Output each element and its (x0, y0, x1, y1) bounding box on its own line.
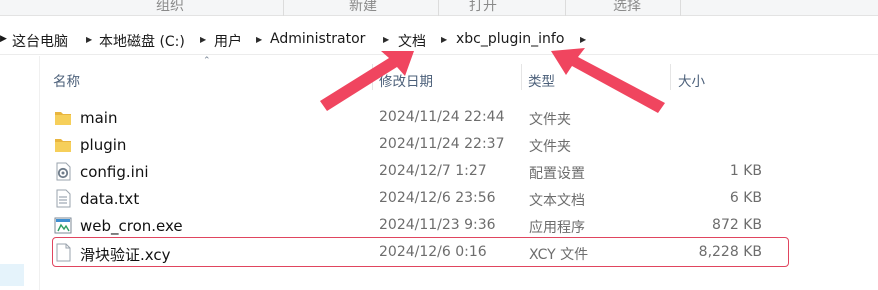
file-row-web-cron-exe[interactable]: web_cron.exe 2024/11/23 9:36 应用程序 872 KB (52, 212, 789, 239)
file-modified: 2024/11/24 22:44 (379, 109, 505, 125)
column-header-size[interactable]: 大小 (671, 62, 789, 92)
breadcrumb-root-arrow-icon[interactable]: ▶ (0, 34, 7, 44)
ribbon-group-new: 新建 (349, 0, 377, 14)
ribbon-separator (438, 0, 439, 16)
file-type: 应用程序 (529, 220, 585, 236)
ribbon-group-organize: 组织 (156, 0, 184, 14)
chevron-right-icon[interactable]: ▶ (383, 35, 389, 44)
ribbon-separator (680, 0, 681, 16)
file-size: 6 KB (729, 190, 762, 206)
column-header-type[interactable]: 类型 (522, 62, 670, 92)
folder-icon (54, 108, 72, 127)
chevron-right-icon[interactable]: ▶ (580, 35, 586, 44)
file-type: 文件夹 (529, 112, 571, 128)
chevron-right-icon[interactable]: ▶ (256, 35, 262, 44)
file-row-config-ini[interactable]: config.ini 2024/12/7 1:27 配置设置 1 KB (52, 158, 789, 185)
chevron-right-icon[interactable]: ▶ (200, 35, 206, 44)
ribbon-group-labels: 组织 新建 打开 选择 (0, 0, 878, 16)
ribbon-separator (565, 0, 566, 16)
breadcrumb-item-administrator[interactable]: Administrator (270, 31, 365, 47)
file-name: data.txt (80, 190, 140, 208)
file-size: 1 KB (729, 163, 762, 179)
folder-icon (54, 135, 72, 154)
ribbon-separator (283, 0, 284, 16)
breadcrumb-item-users[interactable]: 用户 (214, 31, 242, 51)
navigation-item-selected[interactable] (0, 264, 24, 286)
breadcrumb-item-local-disk[interactable]: 本地磁盘 (C:) (99, 31, 185, 51)
application-icon (54, 216, 72, 235)
breadcrumb-item-documents[interactable]: 文档 (398, 31, 426, 51)
file-name: config.ini (80, 163, 149, 181)
breadcrumb[interactable]: ▶ 这台电脑 ▶ 本地磁盘 (C:) ▶ 用户 ▶ Administrator … (0, 25, 878, 55)
chevron-right-icon[interactable]: ▶ (441, 35, 447, 44)
file-name: web_cron.exe (80, 217, 183, 235)
column-header-name[interactable]: 名称 (52, 62, 372, 92)
text-file-icon (54, 189, 72, 208)
breadcrumb-item-xbc-plugin-info[interactable]: xbc_plugin_info (456, 31, 564, 47)
settings-file-icon (54, 162, 72, 181)
file-row-main[interactable]: main 2024/11/24 22:44 文件夹 (52, 104, 789, 131)
column-header-modified[interactable]: 修改日期 (373, 62, 521, 92)
file-type: 配置设置 (529, 166, 585, 182)
file-type: 文本文档 (529, 193, 585, 209)
ribbon-group-open: 打开 (469, 0, 497, 14)
annotation-highlight-box (52, 237, 789, 267)
file-modified: 2024/12/6 23:56 (379, 190, 496, 206)
file-name: plugin (80, 136, 127, 154)
file-row-data-txt[interactable]: data.txt 2024/12/6 23:56 文本文档 6 KB (52, 185, 789, 212)
chevron-right-icon[interactable]: ▶ (86, 35, 92, 44)
file-modified: 2024/11/24 22:37 (379, 136, 505, 152)
ribbon-group-select: 选择 (613, 0, 641, 14)
file-size: 872 KB (712, 217, 762, 233)
file-type: 文件夹 (529, 139, 571, 155)
breadcrumb-item-this-pc[interactable]: 这台电脑 (12, 31, 68, 51)
file-name: main (80, 109, 118, 127)
file-row-plugin[interactable]: plugin 2024/11/24 22:37 文件夹 (52, 131, 789, 158)
file-modified: 2024/12/7 1:27 (379, 163, 487, 179)
file-modified: 2024/11/23 9:36 (379, 217, 496, 233)
navigation-pane[interactable] (0, 56, 40, 290)
